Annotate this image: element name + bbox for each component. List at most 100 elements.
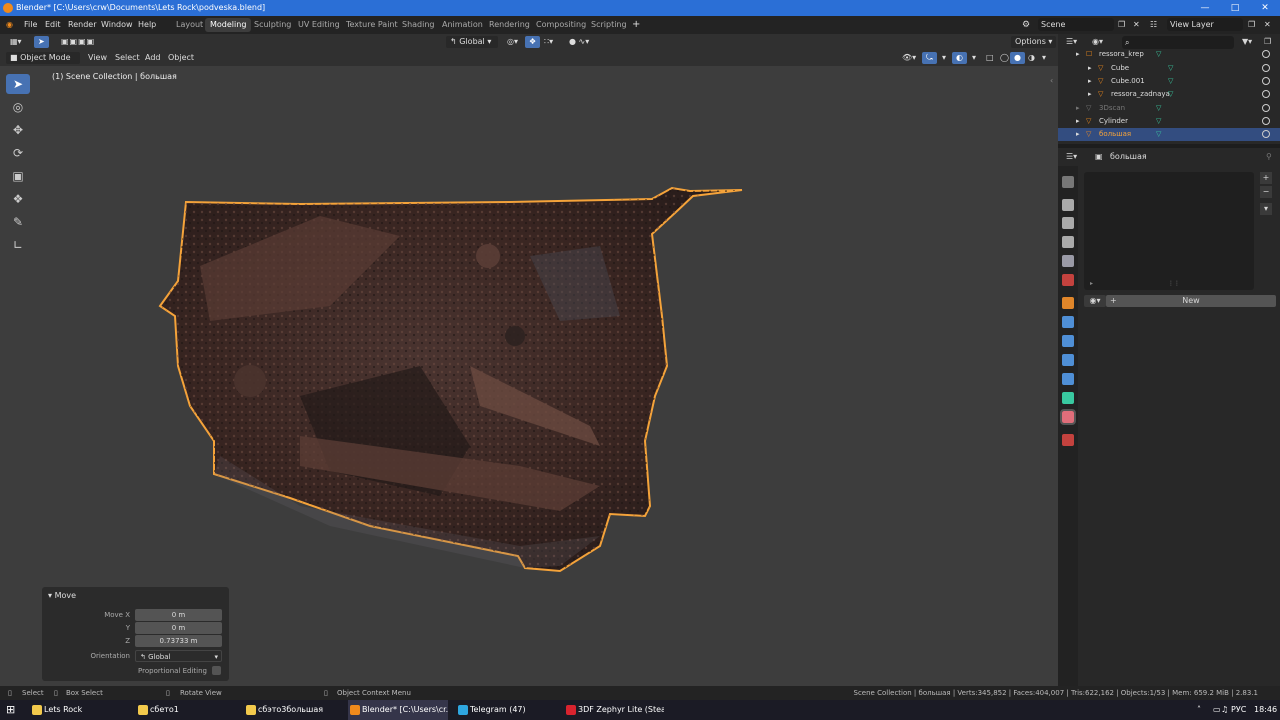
- new-material-button[interactable]: + New: [1106, 295, 1276, 307]
- view-layer-tab-icon[interactable]: [1062, 236, 1074, 248]
- menu-help[interactable]: Help: [138, 16, 156, 34]
- tab-sculpting[interactable]: Sculpting: [249, 18, 296, 32]
- view-layer-copy-icon[interactable]: ❐: [1248, 16, 1255, 34]
- visibility-eye-icon[interactable]: [1262, 117, 1270, 125]
- texture-tab-icon[interactable]: [1062, 434, 1074, 446]
- shading-dropdown-icon[interactable]: ▾: [1038, 52, 1050, 64]
- render-tab-icon[interactable]: [1062, 199, 1074, 211]
- visibility-eye-icon[interactable]: [1262, 90, 1270, 98]
- material-tab-icon[interactable]: [1060, 409, 1076, 425]
- move-z-field[interactable]: 0.73733 m: [135, 635, 222, 647]
- expand-arrow-icon[interactable]: ▸: [1076, 102, 1080, 115]
- remove-slot-button[interactable]: −: [1260, 186, 1272, 198]
- menu-window[interactable]: Window: [101, 16, 133, 34]
- view-layer-field[interactable]: View Layer: [1167, 18, 1243, 31]
- visibility-eye-icon[interactable]: [1262, 104, 1270, 112]
- orientation-select[interactable]: ↰ Global ▾: [135, 650, 222, 662]
- visibility-eye-icon[interactable]: [1262, 64, 1270, 72]
- tray-chevron-icon[interactable]: ˄: [1197, 700, 1201, 720]
- tab-scripting[interactable]: Scripting: [586, 18, 632, 32]
- menu-view[interactable]: View: [84, 52, 111, 64]
- material-browse-icon[interactable]: ◉▾: [1084, 295, 1106, 307]
- clock[interactable]: 18:46: [1254, 700, 1277, 720]
- orientation-dropdown[interactable]: ↰ Global ▾: [446, 36, 498, 48]
- options-dropdown[interactable]: Options ▾: [1011, 36, 1057, 48]
- taskbar-item[interactable]: Blender* [C:\Users\cr...: [348, 700, 448, 720]
- volume-icon[interactable]: ♫: [1221, 700, 1228, 720]
- display-mode-icon[interactable]: ◉▾: [1092, 37, 1103, 46]
- data-tab-icon[interactable]: [1062, 392, 1074, 404]
- taskbar-item[interactable]: сбэто3большая: [244, 700, 344, 720]
- overlays-dropdown-icon[interactable]: ▾: [968, 52, 980, 64]
- scene-close-icon[interactable]: ✕: [1133, 16, 1140, 34]
- tab-uv-editing[interactable]: UV Editing: [293, 18, 345, 32]
- menu-add[interactable]: Add: [141, 52, 165, 64]
- language-indicator[interactable]: РУС: [1231, 700, 1246, 720]
- gizmo-dropdown-icon[interactable]: ▾: [938, 52, 950, 64]
- menu-edit[interactable]: Edit: [45, 16, 61, 34]
- 3d-viewport[interactable]: (1) Scene Collection | большая ➤ ◎ ✥ ⟳ ▣…: [0, 66, 1058, 686]
- taskbar-item[interactable]: 3DF Zephyr Lite (Stea...: [564, 700, 664, 720]
- material-shading-icon[interactable]: ◑: [1024, 52, 1039, 64]
- visibility-eye-icon[interactable]: [1262, 130, 1270, 138]
- visibility-eye-icon[interactable]: [1262, 77, 1270, 85]
- sidebar-toggle-icon[interactable]: ‹: [1050, 76, 1053, 85]
- visibility-eye-icon[interactable]: [1262, 50, 1270, 58]
- pin-icon[interactable]: ⚲: [1266, 152, 1272, 161]
- solid-shading-icon[interactable]: ●: [1010, 52, 1025, 64]
- proportional-editing-checkbox[interactable]: [212, 666, 221, 675]
- tab-texture-paint[interactable]: Texture Paint: [341, 18, 403, 32]
- object-tab-icon[interactable]: [1062, 297, 1074, 309]
- tab-compositing[interactable]: Compositing: [531, 18, 591, 32]
- snap-target-icon[interactable]: ∷▾: [540, 36, 557, 48]
- proportional-edit-icon[interactable]: ● ∿▾: [565, 36, 593, 48]
- outliner-row[interactable]: ▸ ☐ ressora_krep ▽: [1058, 48, 1280, 61]
- taskbar-item[interactable]: Telegram (47): [456, 700, 556, 720]
- scene-icon[interactable]: ⚙: [1022, 16, 1030, 34]
- minimize-button[interactable]: —: [1190, 0, 1220, 16]
- outliner-row[interactable]: ▸ ▽ Cube ▽: [1058, 62, 1280, 75]
- expand-arrow-icon[interactable]: ▸: [1088, 88, 1092, 101]
- outliner-editor-icon[interactable]: ☰▾: [1066, 37, 1077, 46]
- expand-arrow-icon[interactable]: ▸: [1088, 62, 1092, 75]
- tool-tab-icon[interactable]: [1062, 176, 1074, 188]
- select-tool-icon[interactable]: ➤: [34, 36, 49, 48]
- tab-shading[interactable]: Shading: [397, 18, 440, 32]
- outliner-row[interactable]: ▸ ▽ Cylinder ▽: [1058, 115, 1280, 128]
- editor-type-icon[interactable]: ▦▾: [6, 36, 26, 48]
- expand-arrow-icon[interactable]: ▸: [1088, 75, 1092, 88]
- network-icon[interactable]: ▭: [1213, 700, 1221, 720]
- scene-copy-icon[interactable]: ❐: [1118, 16, 1125, 34]
- view-layer-icon[interactable]: ☷: [1150, 16, 1157, 34]
- properties-editor-icon[interactable]: ☰▾: [1066, 152, 1077, 161]
- particles-tab-icon[interactable]: [1062, 335, 1074, 347]
- scene-field[interactable]: Scene: [1038, 18, 1114, 31]
- outliner-row[interactable]: ▸ ▽ 3Dscan ▽: [1058, 102, 1280, 115]
- filter-icon[interactable]: ▼▾: [1242, 37, 1252, 46]
- expand-arrow-icon[interactable]: ▸: [1076, 128, 1080, 141]
- tab-layout[interactable]: Layout: [171, 18, 208, 32]
- selection-mode-icons[interactable]: ▣▣▣▣: [57, 36, 99, 48]
- expand-arrow-icon[interactable]: ▸: [1076, 48, 1080, 61]
- gizmo-icon[interactable]: ⤿: [922, 52, 937, 64]
- tab-animation[interactable]: Animation: [437, 18, 488, 32]
- material-slot-list[interactable]: ▸ ⋮⋮: [1084, 172, 1254, 290]
- scene-tab-icon[interactable]: [1062, 255, 1074, 267]
- list-expand-icon[interactable]: ▸: [1090, 280, 1093, 287]
- outliner-row[interactable]: ▸ ▽ ressora_zadnaya ▽: [1058, 88, 1280, 101]
- output-tab-icon[interactable]: [1062, 217, 1074, 229]
- new-collection-icon[interactable]: ❐: [1264, 37, 1271, 46]
- outliner-row[interactable]: ▸ ▽ Cube.001 ▽: [1058, 75, 1280, 88]
- pivot-icon[interactable]: ◎▾: [503, 36, 522, 48]
- world-tab-icon[interactable]: [1062, 274, 1074, 286]
- tab-rendering[interactable]: Rendering: [484, 18, 535, 32]
- move-y-field[interactable]: 0 m: [135, 622, 222, 634]
- menu-object[interactable]: Object: [164, 52, 198, 64]
- windows-start-icon[interactable]: ⊞: [6, 700, 15, 720]
- taskbar-item[interactable]: сбето1: [136, 700, 236, 720]
- operator-panel-header[interactable]: ▾ Move: [48, 591, 76, 600]
- snap-icon[interactable]: ❖: [525, 36, 541, 48]
- overlays-icon[interactable]: ◐: [952, 52, 967, 64]
- add-slot-button[interactable]: +: [1260, 172, 1272, 184]
- visibility-icon[interactable]: 👁▾: [898, 52, 920, 64]
